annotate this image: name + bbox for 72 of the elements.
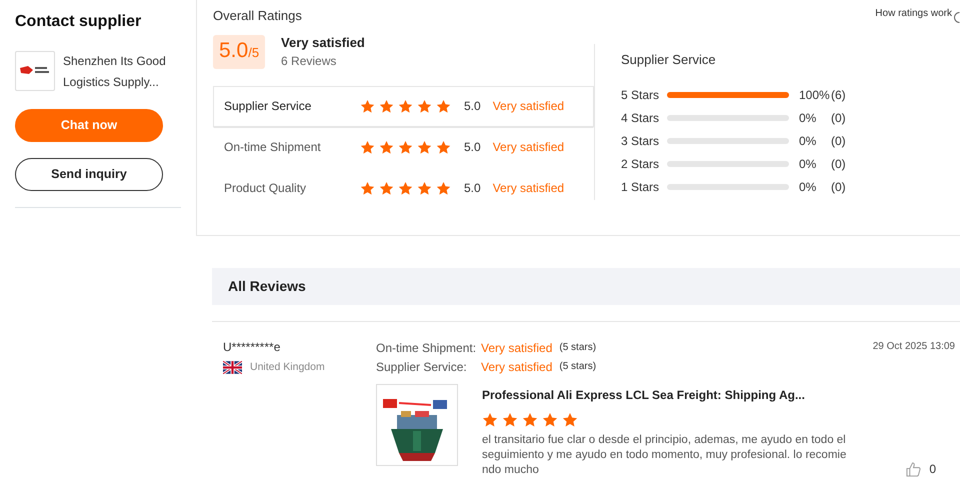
overall-verdict: Very satisfied — [281, 34, 365, 52]
review-date: 29 Oct 2025 13:09 — [872, 340, 955, 354]
star-icon — [360, 98, 375, 114]
category-score: 5.0 — [464, 180, 481, 197]
star-icon — [398, 98, 413, 114]
star-level-label: 4 Stars — [621, 110, 659, 126]
star-icon — [436, 180, 451, 196]
star-level-label: 5 Stars — [621, 86, 659, 104]
category-label: Supplier Service — [224, 98, 312, 115]
distribution-title: Supplier Service — [621, 50, 717, 69]
star-icon — [562, 412, 578, 428]
star-icon — [522, 412, 538, 428]
inquiry-button[interactable]: Send inquiry — [15, 158, 163, 192]
count-text: (0) — [831, 110, 846, 126]
rating-category-row[interactable]: On-time Shipment 5.0 Very satisfied — [213, 126, 594, 168]
like-count: 0 — [929, 461, 936, 478]
star-level-label: 1 Stars — [621, 178, 659, 196]
thumbs-up-icon[interactable] — [906, 462, 922, 476]
product-title[interactable]: Professional Ali Express LCL Sea Freight: Shipping Ag... — [482, 386, 852, 404]
star-icon — [482, 412, 498, 428]
flag-icon — [223, 361, 242, 374]
rating-category-row[interactable]: Product Quality 5.0 Very satisfied — [213, 168, 594, 208]
percent-text: 100% — [799, 86, 831, 104]
star-icon — [360, 180, 375, 196]
category-label: On-time Shipment — [224, 139, 322, 156]
section-title: Overall Ratings — [213, 7, 302, 25]
star-icon — [398, 140, 413, 154]
count-text: (0) — [831, 156, 846, 172]
overall-score: 5.0/5 — [213, 34, 266, 68]
star-icon — [417, 140, 432, 154]
user-name: U*********e — [223, 339, 282, 356]
category-verdict: Very satisfied — [492, 180, 564, 197]
star-icon — [542, 412, 558, 428]
rating-label: Supplier Service: — [376, 358, 468, 376]
category-verdict: Very satisfied — [492, 98, 564, 115]
percent-text: 0% — [799, 156, 818, 172]
count-text: (0) — [831, 178, 846, 196]
star-icon — [417, 98, 432, 114]
percent-text: 0% — [799, 110, 818, 126]
star-icon — [379, 180, 394, 196]
review-count: 6 Reviews — [281, 53, 338, 70]
category-score: 5.0 — [464, 139, 481, 156]
star-icon — [379, 140, 394, 154]
star-icon — [379, 98, 394, 114]
percent-text: 0% — [799, 132, 818, 150]
count-text: (0) — [831, 132, 846, 150]
percent-text: 0% — [799, 178, 818, 196]
company-logo — [15, 51, 55, 92]
rating-stars-text: (5 stars) — [559, 341, 596, 355]
count-text: (6) — [831, 86, 846, 104]
star-level-label: 2 Stars — [621, 156, 659, 172]
star-icon — [360, 140, 375, 154]
category-score: 5.0 — [464, 98, 481, 115]
rating-category-row[interactable]: Supplier Service 5.0 Very satisfied — [213, 86, 594, 126]
review-text: el transitario fue clar o desde el principio, ademas, me ayudo en todo el seguimiento y me ayudo en todo momento, muy profesional. lo recomiendo mucho — [482, 433, 848, 478]
rating-verdict: Very satisfied — [481, 358, 552, 376]
star-icon — [398, 180, 413, 196]
rating-label: On-time Shipment: — [376, 340, 478, 356]
star-icon — [417, 180, 432, 196]
rating-verdict: Very satisfied — [481, 340, 552, 356]
rating-stars-text: (5 stars) — [559, 360, 596, 374]
star-icon — [502, 412, 518, 428]
star-icon — [436, 140, 451, 154]
country-name: United Kingdom — [250, 360, 325, 375]
star-level-label: 3 Stars — [621, 132, 659, 150]
help-link[interactable]: How ratings work — [875, 6, 952, 21]
section-title: Contact supplier — [15, 12, 142, 32]
category-verdict: Very satisfied — [492, 139, 564, 156]
category-label: Product Quality — [224, 180, 308, 197]
company-name[interactable]: Shenzhen Its Good Logistics Supply... — [63, 51, 181, 94]
star-icon — [436, 98, 451, 114]
section-header: All Reviews — [212, 268, 960, 305]
